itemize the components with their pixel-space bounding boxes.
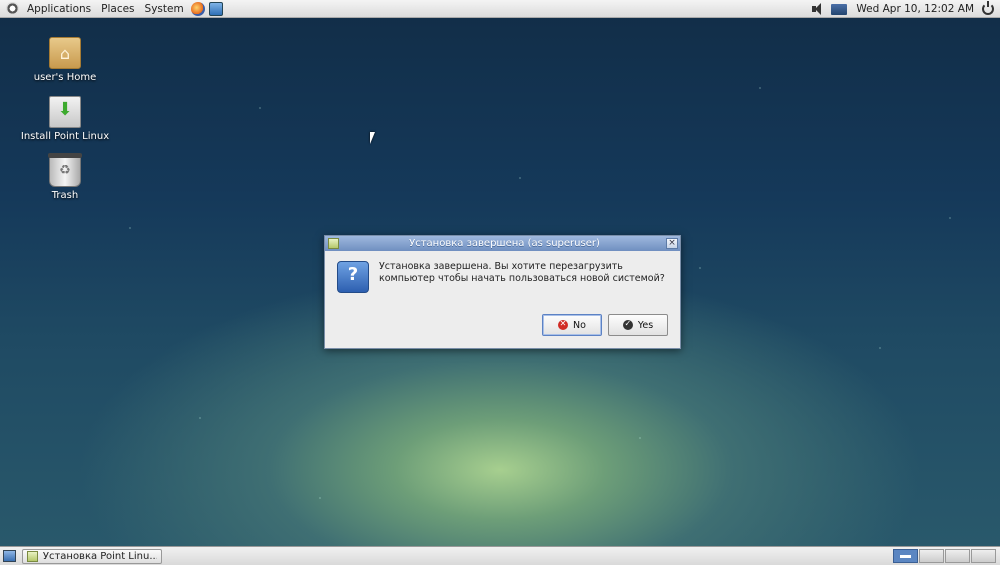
top-panel: Applications Places System Wed Apr 10, 1… <box>0 0 1000 18</box>
dialog-message: Установка завершена. Вы хотите перезагру… <box>379 261 670 293</box>
installer-icon <box>49 96 81 128</box>
workspace-1[interactable] <box>893 549 918 563</box>
yes-button-label: Yes <box>637 319 654 331</box>
workspace-4[interactable] <box>971 549 996 563</box>
distro-logo-icon[interactable] <box>6 2 19 15</box>
yes-button[interactable]: Yes <box>608 314 668 336</box>
dialog-buttons: No Yes <box>542 314 668 336</box>
desktop-icon-home[interactable]: user's Home <box>20 37 110 83</box>
no-button[interactable]: No <box>542 314 602 336</box>
bottom-panel: Установка Point Linu... <box>0 546 1000 565</box>
network-icon[interactable] <box>831 3 848 15</box>
workspace-2[interactable] <box>919 549 944 563</box>
desktop-icon-installer[interactable]: Install Point Linux <box>20 96 110 142</box>
desktop-icon-label: user's Home <box>33 72 97 83</box>
app-launcher-icon[interactable] <box>208 1 223 16</box>
dialog-body: Установка завершена. Вы хотите перезагру… <box>325 251 680 293</box>
dialog-message-line-2: компьютер чтобы начать пользоваться ново… <box>379 273 665 284</box>
desktop-icon-trash[interactable]: Trash <box>20 153 110 201</box>
menu-places[interactable]: Places <box>96 0 139 18</box>
trash-icon <box>48 153 82 187</box>
taskbar-button-label: Установка Point Linu... <box>42 550 157 562</box>
restart-dialog: Установка завершена (as superuser) × Уст… <box>324 235 681 349</box>
power-icon[interactable] <box>982 0 994 15</box>
mouse-pointer-icon <box>370 132 380 144</box>
workspace-switcher <box>892 549 996 563</box>
app-icon <box>328 238 339 249</box>
menu-applications[interactable]: Applications <box>22 0 96 18</box>
dialog-title: Установка завершена (as superuser) <box>409 238 600 249</box>
taskbar-button-installer[interactable]: Установка Point Linu... <box>22 548 162 564</box>
dialog-titlebar[interactable]: Установка завершена (as superuser) × <box>325 236 680 251</box>
question-icon <box>337 261 369 293</box>
workspace-3[interactable] <box>945 549 970 563</box>
no-button-label: No <box>573 319 586 331</box>
desktop-icon-label: Install Point Linux <box>20 131 110 142</box>
home-folder-icon <box>49 37 81 69</box>
cancel-icon <box>558 319 569 330</box>
app-icon <box>27 550 38 562</box>
dialog-message-line-1: Установка завершена. Вы хотите перезагру… <box>379 261 623 272</box>
show-desktop-icon[interactable] <box>3 550 16 562</box>
firefox-icon[interactable] <box>190 1 205 16</box>
clock[interactable]: Wed Apr 10, 12:02 AM <box>850 0 980 18</box>
checkmark-icon <box>622 319 633 330</box>
volume-icon[interactable] <box>811 2 825 16</box>
desktop-icon-label: Trash <box>51 190 79 201</box>
close-button[interactable]: × <box>666 238 678 249</box>
menu-system[interactable]: System <box>140 0 189 18</box>
